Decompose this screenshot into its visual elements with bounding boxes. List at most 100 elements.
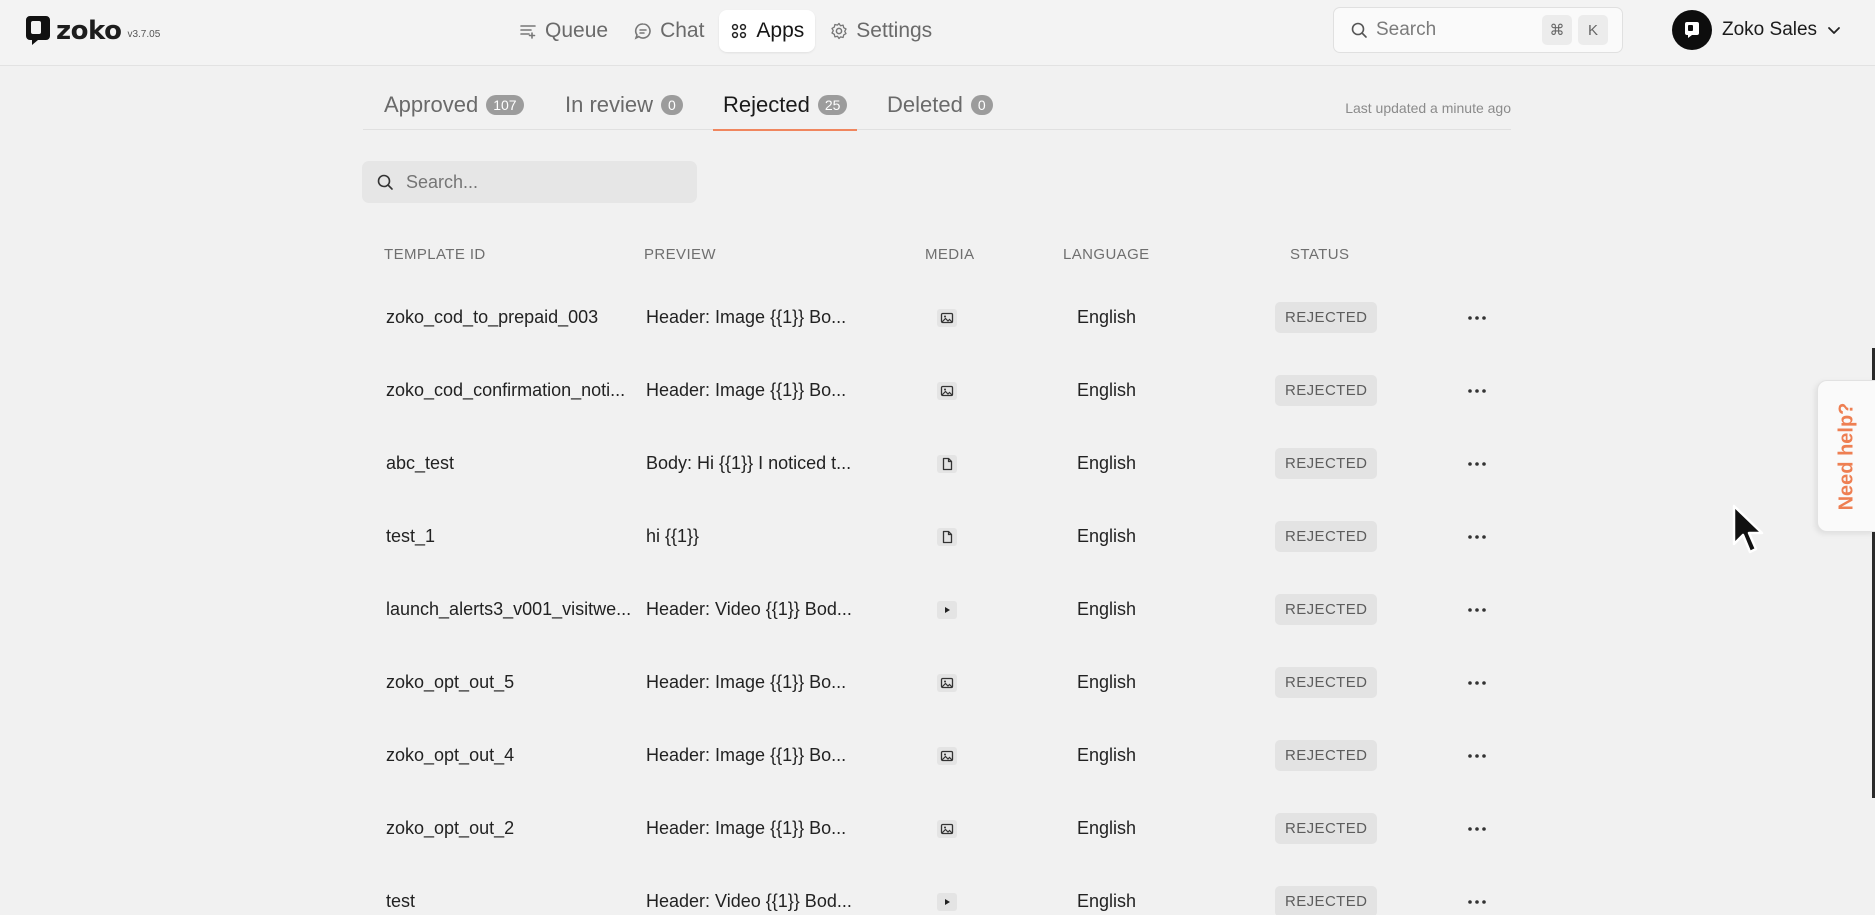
media-cell — [932, 646, 962, 719]
media-cell — [932, 719, 962, 792]
template-language: English — [1077, 599, 1137, 619]
more-horizontal-icon — [1468, 680, 1486, 685]
nav-item-chat[interactable]: Chat — [623, 10, 715, 52]
image-icon — [937, 746, 957, 765]
media-cell — [932, 500, 962, 573]
status-cell: REJECTED — [1275, 573, 1378, 646]
template-preview: Body: Hi {{1}} I noticed t... — [646, 453, 852, 473]
need-help-label: Need help? — [1835, 402, 1858, 510]
status-cell: REJECTED — [1275, 646, 1378, 719]
template-id: launch_alerts3_v001_visitwe... — [386, 599, 632, 619]
template-language: English — [1077, 672, 1137, 692]
chevron-down-icon — [1828, 27, 1840, 34]
tab-rejected[interactable]: Rejected 25 — [712, 86, 858, 131]
nav-item-apps[interactable]: Apps — [719, 10, 816, 52]
status-badge: REJECTED — [1275, 886, 1378, 915]
table-row[interactable]: zoko_cod_confirmation_noti... Header: Im… — [362, 354, 1512, 427]
column-header-status[interactable]: STATUS — [1290, 246, 1349, 263]
status-badge: REJECTED — [1275, 740, 1378, 771]
row-actions-button[interactable] — [1464, 646, 1490, 719]
nav-item-queue[interactable]: Queue — [508, 10, 619, 52]
status-badge: REJECTED — [1275, 375, 1378, 406]
template-id: zoko_cod_to_prepaid_003 — [386, 307, 599, 327]
template-id: zoko_opt_out_4 — [386, 745, 515, 765]
document-icon — [937, 454, 957, 473]
more-horizontal-icon — [1468, 315, 1486, 320]
status-cell: REJECTED — [1275, 427, 1378, 500]
media-cell — [932, 427, 962, 500]
template-id: zoko_cod_confirmation_noti... — [386, 380, 626, 400]
column-header-preview[interactable]: PREVIEW — [644, 246, 716, 263]
table-row[interactable]: launch_alerts3_v001_visitwe... Header: V… — [362, 573, 1512, 646]
nav-label: Apps — [756, 19, 805, 42]
row-actions-button[interactable] — [1464, 500, 1490, 573]
avatar — [1672, 10, 1712, 50]
tab-deleted[interactable]: Deleted 0 — [887, 86, 993, 130]
image-icon — [937, 308, 957, 327]
shortcut-modifier-key: ⌘ — [1542, 15, 1572, 45]
tab-label: Rejected — [723, 92, 810, 117]
status-tabs: Approved 107 In review 0 Rejected 25 Del… — [363, 86, 1511, 131]
table-row[interactable]: zoko_opt_out_4 Header: Image {{1}} Bo...… — [362, 719, 1512, 792]
need-help-button[interactable]: Need help? — [1817, 380, 1875, 532]
more-horizontal-icon — [1468, 607, 1486, 612]
template-language: English — [1077, 818, 1137, 838]
column-header-language[interactable]: LANGUAGE — [1063, 246, 1150, 263]
tab-in-review[interactable]: In review 0 — [565, 86, 683, 130]
image-icon — [937, 819, 957, 838]
more-horizontal-icon — [1468, 534, 1486, 539]
row-actions-button[interactable] — [1464, 281, 1490, 354]
status-cell: REJECTED — [1275, 792, 1378, 865]
template-preview: Header: Image {{1}} Bo... — [646, 672, 847, 692]
row-actions-button[interactable] — [1464, 573, 1490, 646]
table-row[interactable]: test Header: Video {{1}} Bod... English … — [362, 865, 1512, 915]
template-language: English — [1077, 453, 1137, 473]
tab-approved[interactable]: Approved 107 — [384, 86, 524, 130]
status-badge: REJECTED — [1275, 594, 1378, 625]
row-actions-button[interactable] — [1464, 792, 1490, 865]
template-id: zoko_opt_out_5 — [386, 672, 515, 692]
status-badge: REJECTED — [1275, 448, 1378, 479]
mouse-pointer-icon — [1732, 504, 1764, 554]
template-language: English — [1077, 380, 1137, 400]
nav-label: Settings — [856, 19, 933, 42]
template-preview: Header: Image {{1}} Bo... — [646, 745, 847, 765]
search-icon — [377, 174, 393, 190]
table-row[interactable]: zoko_opt_out_5 Header: Image {{1}} Bo...… — [362, 646, 1512, 719]
table-row[interactable]: abc_test Body: Hi {{1}} I noticed t... E… — [362, 427, 1512, 500]
column-header-template-id[interactable]: TEMPLATE ID — [384, 246, 486, 263]
account-name: Zoko Sales — [1722, 19, 1818, 40]
apps-grid-icon — [732, 23, 747, 39]
tab-label: In review — [565, 92, 654, 117]
template-preview: hi {{1}} — [646, 526, 700, 546]
status-badge: REJECTED — [1275, 667, 1378, 698]
status-badge: REJECTED — [1275, 813, 1378, 844]
media-cell — [932, 865, 962, 915]
row-actions-button[interactable] — [1464, 427, 1490, 500]
nav-item-settings[interactable]: Settings — [819, 10, 943, 52]
table-row[interactable]: test_1 hi {{1}} English REJECTED — [362, 500, 1512, 573]
template-search-input[interactable] — [406, 171, 676, 193]
media-cell — [932, 792, 962, 865]
nav-label: Chat — [660, 19, 705, 42]
template-language: English — [1077, 891, 1137, 911]
row-actions-button[interactable] — [1464, 719, 1490, 792]
row-actions-button[interactable] — [1464, 865, 1490, 915]
table-row[interactable]: zoko_cod_to_prepaid_003 Header: Image {{… — [362, 281, 1512, 354]
settings-gear-icon — [831, 22, 847, 40]
account-menu[interactable]: Zoko Sales — [1672, 10, 1841, 50]
global-search[interactable]: ⌘ K — [1333, 7, 1623, 53]
media-cell — [932, 573, 962, 646]
global-search-input[interactable] — [1376, 19, 1536, 41]
status-cell: REJECTED — [1275, 354, 1378, 427]
status-cell: REJECTED — [1275, 865, 1378, 915]
zoko-logo-icon — [26, 16, 50, 45]
table-row[interactable]: zoko_opt_out_2 Header: Image {{1}} Bo...… — [362, 792, 1512, 865]
media-cell — [932, 354, 962, 427]
zoko-avatar-icon — [1685, 22, 1699, 38]
search-icon — [1351, 22, 1367, 38]
template-search[interactable] — [362, 161, 697, 203]
column-header-media[interactable]: MEDIA — [925, 246, 975, 263]
row-actions-button[interactable] — [1464, 354, 1490, 427]
brand[interactable]: zoko v3.7.05 — [26, 14, 160, 46]
